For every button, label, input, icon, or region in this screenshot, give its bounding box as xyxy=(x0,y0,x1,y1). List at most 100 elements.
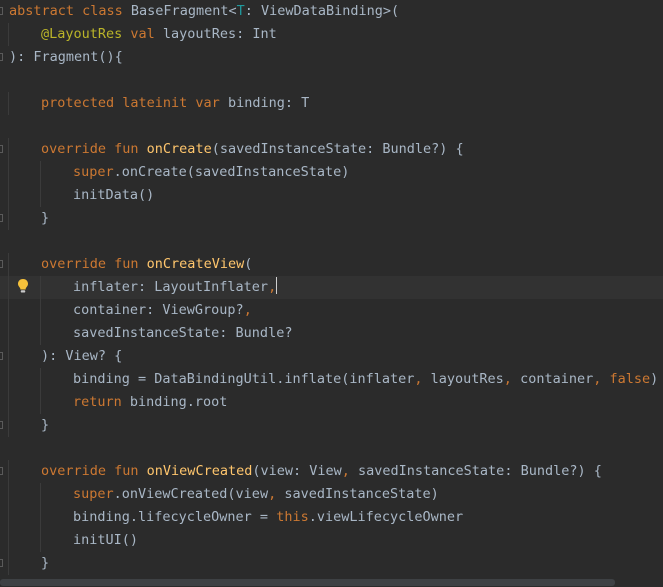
code-line[interactable]: savedInstanceState: Bundle? xyxy=(0,322,663,345)
code-token: ) xyxy=(650,371,659,387)
code-line-text[interactable]: } xyxy=(41,207,49,230)
code-token: return xyxy=(73,394,130,410)
indent-guide xyxy=(40,276,41,299)
indent-guide xyxy=(8,414,9,437)
code-token: , xyxy=(341,463,359,479)
fold-marker-icon[interactable] xyxy=(0,467,3,475)
code-line[interactable]: initUI() xyxy=(0,529,663,552)
code-line[interactable] xyxy=(0,69,663,92)
code-line[interactable] xyxy=(0,437,663,460)
code-line-text[interactable]: initUI() xyxy=(73,529,138,552)
code-line-text[interactable]: super.onViewCreated(view, savedInstanceS… xyxy=(73,483,439,506)
code-token: : ViewDataBinding>( xyxy=(244,3,400,19)
code-token: layoutRes: Int xyxy=(162,26,277,42)
code-token: , xyxy=(503,371,521,387)
code-line-text[interactable]: inflater: LayoutInflater, xyxy=(73,276,278,299)
code-line[interactable]: super.onCreate(savedInstanceState) xyxy=(0,161,663,184)
indent-guide xyxy=(8,23,9,46)
code-line[interactable]: override fun onViewCreated(view: View, s… xyxy=(0,460,663,483)
code-line[interactable]: protected lateinit var binding: T xyxy=(0,92,663,115)
indent-guide xyxy=(8,506,9,529)
code-line[interactable]: } xyxy=(0,207,663,230)
code-line[interactable]: binding = DataBindingUtil.inflate(inflat… xyxy=(0,368,663,391)
code-line-text[interactable]: ): Fragment(){ xyxy=(9,46,123,69)
code-line[interactable]: initData() xyxy=(0,184,663,207)
code-line-text[interactable]: binding.lifecycleOwner = this.viewLifecy… xyxy=(73,506,463,529)
code-line-text[interactable]: initData() xyxy=(73,184,154,207)
fold-marker-icon[interactable] xyxy=(0,421,3,429)
text-caret xyxy=(276,277,278,294)
code-token: initUI() xyxy=(73,532,139,548)
code-line-text[interactable]: super.onCreate(savedInstanceState) xyxy=(73,161,349,184)
indent-guide xyxy=(40,391,41,414)
indent-guide xyxy=(8,161,9,184)
indent-guide xyxy=(40,483,41,506)
code-editor[interactable]: abstract class BaseFragment<T: ViewDataB… xyxy=(0,0,663,587)
code-token: } xyxy=(41,417,50,433)
code-token: super xyxy=(73,486,114,502)
indent-guide xyxy=(40,161,41,184)
code-token: savedInstanceState) xyxy=(284,486,439,502)
fold-marker-icon[interactable] xyxy=(0,352,3,360)
code-token: container xyxy=(520,371,594,387)
indent-guide xyxy=(8,345,9,368)
code-line-text[interactable]: override fun onCreate(savedInstanceState… xyxy=(41,138,464,161)
code-line-text[interactable]: abstract class BaseFragment<T: ViewDataB… xyxy=(9,0,399,23)
code-line[interactable]: @LayoutRes val layoutRes: Int xyxy=(0,23,663,46)
code-line[interactable]: } xyxy=(0,414,663,437)
intention-bulb-icon[interactable] xyxy=(17,278,29,294)
fold-marker-icon[interactable] xyxy=(0,559,3,567)
fold-marker-icon[interactable] xyxy=(0,260,3,268)
code-line-text[interactable]: } xyxy=(41,552,49,575)
code-token: override fun xyxy=(41,141,147,157)
fold-marker-icon[interactable] xyxy=(0,145,3,153)
indent-guide xyxy=(8,184,9,207)
code-line[interactable] xyxy=(0,115,663,138)
code-token: abstract class xyxy=(9,3,131,19)
fold-marker-icon[interactable] xyxy=(0,53,3,61)
code-token: container: ViewGroup? xyxy=(73,302,244,318)
code-token: BaseFragment< xyxy=(130,3,237,19)
code-token: binding.lifecycleOwner = xyxy=(73,509,277,525)
code-line-text[interactable]: } xyxy=(41,414,49,437)
code-token: } xyxy=(41,210,50,226)
code-line[interactable]: container: ViewGroup?, xyxy=(0,299,663,322)
code-line[interactable]: return binding.root xyxy=(0,391,663,414)
horizontal-scrollbar-thumb[interactable] xyxy=(0,579,615,586)
code-token: onCreate xyxy=(146,141,212,157)
indent-guide xyxy=(8,138,9,161)
indent-guide xyxy=(40,506,41,529)
code-line[interactable] xyxy=(0,230,663,253)
code-line-text[interactable]: override fun onCreateView( xyxy=(41,253,252,276)
code-line-text[interactable]: override fun onViewCreated(view: View, s… xyxy=(41,460,602,483)
code-line[interactable]: super.onViewCreated(view, savedInstanceS… xyxy=(0,483,663,506)
code-line[interactable]: ): Fragment(){ xyxy=(0,46,663,69)
indent-guide xyxy=(8,552,9,575)
code-line[interactable]: binding.lifecycleOwner = this.viewLifecy… xyxy=(0,506,663,529)
code-token: ( xyxy=(244,256,253,272)
code-token: false xyxy=(609,371,651,387)
code-line[interactable]: ): View? { xyxy=(0,345,663,368)
horizontal-scrollbar[interactable] xyxy=(0,577,663,587)
code-line-text[interactable]: @LayoutRes val layoutRes: Int xyxy=(41,23,277,46)
code-area[interactable]: abstract class BaseFragment<T: ViewDataB… xyxy=(0,0,663,575)
code-line-text[interactable]: return binding.root xyxy=(73,391,227,414)
code-line[interactable]: override fun onCreateView( xyxy=(0,253,663,276)
code-line-text[interactable]: protected lateinit var binding: T xyxy=(41,92,309,115)
indent-guide xyxy=(8,299,9,322)
code-line-text[interactable]: savedInstanceState: Bundle? xyxy=(73,322,292,345)
code-token: ): Fragment(){ xyxy=(9,49,123,65)
indent-guide xyxy=(8,483,9,506)
code-line[interactable]: } xyxy=(0,552,663,575)
code-line-text[interactable]: ): View? { xyxy=(41,345,122,368)
code-token: ): View? { xyxy=(41,348,123,364)
code-line[interactable]: abstract class BaseFragment<T: ViewDataB… xyxy=(0,0,663,23)
code-line[interactable]: override fun onCreate(savedInstanceState… xyxy=(0,138,663,161)
fold-marker-icon[interactable] xyxy=(0,7,3,15)
fold-marker-icon[interactable] xyxy=(0,214,3,222)
code-line-text[interactable]: binding = DataBindingUtil.inflate(inflat… xyxy=(73,368,658,391)
code-token: , xyxy=(243,302,252,318)
code-line-text[interactable]: container: ViewGroup?, xyxy=(73,299,252,322)
code-line[interactable]: inflater: LayoutInflater, xyxy=(0,276,663,299)
indent-guide xyxy=(8,391,9,414)
